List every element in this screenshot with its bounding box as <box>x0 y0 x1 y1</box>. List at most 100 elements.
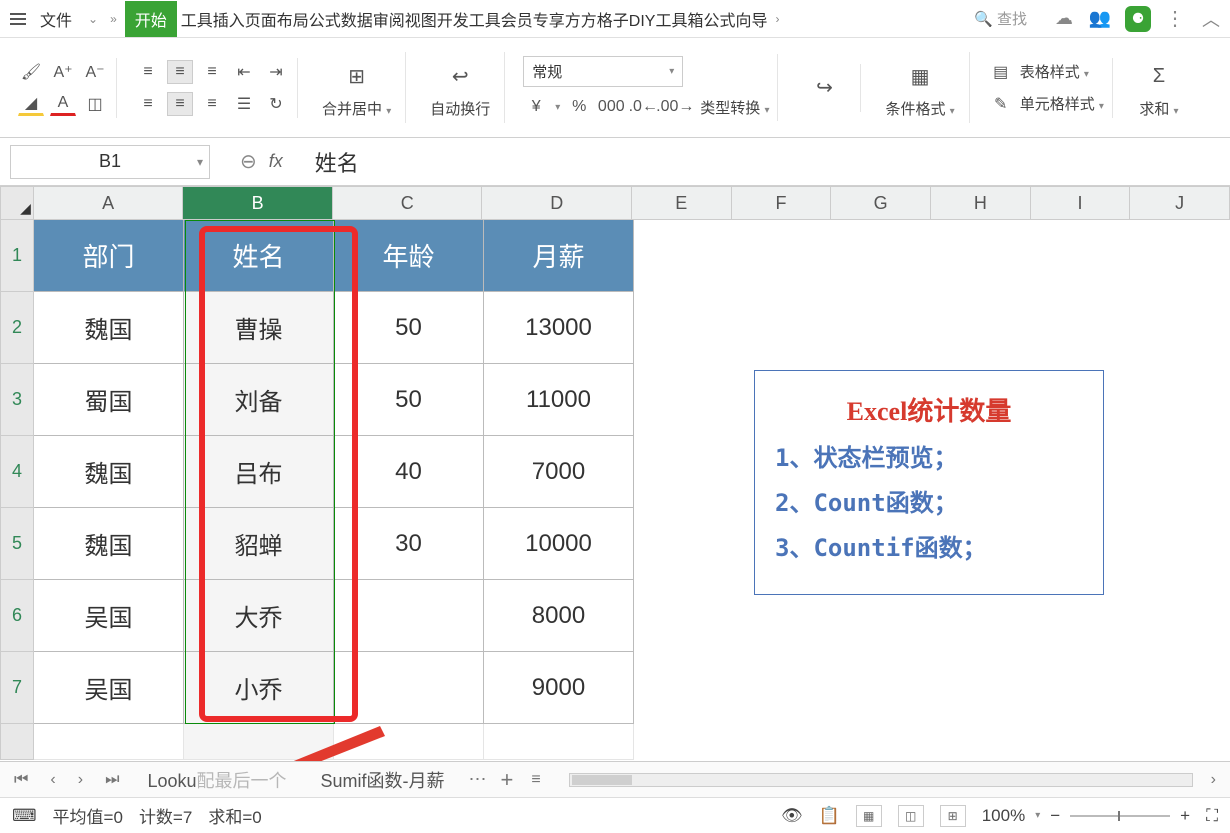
view-break-icon[interactable]: ⊞ <box>940 805 966 827</box>
cell-D3[interactable]: 11000 <box>484 364 634 436</box>
cloud-icon[interactable]: ☁ <box>1053 8 1075 30</box>
cell-B2[interactable]: 曹操 <box>184 292 334 364</box>
row-header-4[interactable]: 4 <box>0 436 34 508</box>
redo-button[interactable]: ↪ <box>796 66 852 110</box>
cell-D6[interactable]: 8000 <box>484 580 634 652</box>
col-header-A[interactable]: A <box>34 186 184 220</box>
indent-decrease-icon[interactable]: ⇤ <box>231 60 257 84</box>
tabs-prev-icon[interactable]: » <box>110 12 117 26</box>
table-style-label[interactable]: 表格样式 <box>1020 64 1080 81</box>
sheet-tab-1[interactable]: Looku配最后一个 <box>137 763 296 797</box>
col-header-J[interactable]: J <box>1130 186 1230 220</box>
fx-icon[interactable]: fx <box>269 151 283 172</box>
zoom-slider[interactable] <box>1070 815 1170 817</box>
cell-style-label[interactable]: 单元格样式 <box>1020 96 1095 113</box>
font-color-icon[interactable]: A <box>50 92 76 116</box>
type-convert-label[interactable]: 类型转换 <box>700 100 760 117</box>
decrease-decimal-icon[interactable]: .00→ <box>662 95 688 119</box>
distribute-icon[interactable]: ☰ <box>231 92 257 116</box>
col-header-H[interactable]: H <box>931 186 1031 220</box>
formula-input[interactable]: 姓名 <box>315 146 359 178</box>
cell-D4[interactable]: 7000 <box>484 436 634 508</box>
col-header-G[interactable]: G <box>831 186 931 220</box>
percent-icon[interactable]: % <box>566 95 592 119</box>
sheet-list-icon[interactable]: ≡ <box>527 771 544 789</box>
cell-C7[interactable] <box>334 652 484 724</box>
view-normal-icon[interactable]: ▦ <box>856 805 882 827</box>
clipboard-icon[interactable]: 📋 <box>819 806 840 826</box>
fullscreen-icon[interactable]: ⛶ <box>1206 806 1218 826</box>
sheet-nav-next-icon[interactable]: › <box>74 771 87 789</box>
cell-B7[interactable]: 小乔 <box>184 652 334 724</box>
cell-B6[interactable]: 大乔 <box>184 580 334 652</box>
horizontal-scrollbar[interactable] <box>569 773 1193 787</box>
cell-C3[interactable]: 50 <box>334 364 484 436</box>
align-bottom-icon[interactable]: ≡ <box>199 60 225 84</box>
col-header-F[interactable]: F <box>732 186 832 220</box>
col-header-B[interactable]: B <box>183 186 333 220</box>
cell-B8[interactable] <box>184 724 334 760</box>
cell-D5[interactable]: 10000 <box>484 508 634 580</box>
currency-icon[interactable]: ¥ <box>523 95 549 119</box>
align-right-icon[interactable]: ≡ <box>199 92 225 116</box>
indent-increase-icon[interactable]: ⇥ <box>263 60 289 84</box>
row-header-3[interactable]: 3 <box>0 364 34 436</box>
align-center-icon[interactable]: ≡ <box>167 92 193 116</box>
cell-A6[interactable]: 吴国 <box>34 580 184 652</box>
font-increase-icon[interactable]: A⁺ <box>50 60 76 84</box>
row-header-5[interactable]: 5 <box>0 508 34 580</box>
cell-B5[interactable]: 貂蝉 <box>184 508 334 580</box>
tab-strip-other[interactable]: 工具插入页面布局公式数据审阅视图开发工具会员专享方方格子DIY工具箱公式向导 <box>181 7 768 31</box>
cell-D1[interactable]: 月薪 <box>484 220 634 292</box>
highlight-color-icon[interactable]: ◢ <box>18 92 44 116</box>
row-header-8[interactable] <box>0 724 34 760</box>
file-dropdown-icon[interactable]: ⌄ <box>88 12 98 26</box>
cell-C4[interactable]: 40 <box>334 436 484 508</box>
col-header-I[interactable]: I <box>1031 186 1131 220</box>
table-style-icon[interactable]: ▤ <box>988 60 1014 84</box>
wrap-text-button[interactable]: ↩ 自动换行 <box>424 54 496 121</box>
row-header-2[interactable]: 2 <box>0 292 34 364</box>
sheet-tab-2[interactable]: Sumif函数-月薪 <box>311 763 455 797</box>
name-box-dropdown-icon[interactable]: ▾ <box>197 155 203 169</box>
border-icon[interactable]: ◫ <box>82 92 108 116</box>
cell-A7[interactable]: 吴国 <box>34 652 184 724</box>
file-menu[interactable]: 文件 <box>32 3 80 35</box>
eye-icon[interactable]: 👁 <box>781 806 803 826</box>
hamburger-icon[interactable] <box>8 9 28 29</box>
sheet-nav-first-icon[interactable]: ⏮ <box>10 771 32 789</box>
row-header-7[interactable]: 7 <box>0 652 34 724</box>
orientation-icon[interactable]: ↻ <box>263 92 289 116</box>
search-input[interactable]: 🔍 查找 <box>962 4 1039 33</box>
zoom-minus-icon[interactable]: − <box>1050 806 1060 826</box>
col-header-D[interactable]: D <box>482 186 632 220</box>
cond-format-button[interactable]: ▦ 条件格式 ▾ <box>879 54 960 121</box>
scrollbar-thumb[interactable] <box>572 775 632 785</box>
cell-C8[interactable] <box>334 724 484 760</box>
sum-button[interactable]: Σ 求和 ▾ <box>1131 54 1187 121</box>
align-middle-icon[interactable]: ≡ <box>167 60 193 84</box>
merge-center-button[interactable]: ⊞ 合并居中 ▾ <box>316 54 397 121</box>
zoom-out-icon[interactable]: ⊖ <box>240 149 257 174</box>
cell-B1[interactable]: 姓名 <box>184 220 334 292</box>
align-left-icon[interactable]: ≡ <box>135 92 161 116</box>
cell-D2[interactable]: 13000 <box>484 292 634 364</box>
format-painter-icon[interactable]: 🖌 <box>18 60 44 84</box>
cell-C2[interactable]: 50 <box>334 292 484 364</box>
zoom-control[interactable]: 100% ▾ − + <box>982 806 1190 826</box>
number-format-select[interactable]: 常规 ▾ <box>523 56 683 87</box>
cell-A3[interactable]: 蜀国 <box>34 364 184 436</box>
sheet-nav-last-icon[interactable]: ⏭ <box>101 771 123 789</box>
record-macro-icon[interactable]: ⌨ <box>12 806 37 826</box>
cell-A8[interactable] <box>34 724 184 760</box>
increase-decimal-icon[interactable]: .0← <box>630 95 656 119</box>
row-header-1[interactable]: 1 <box>0 220 34 292</box>
cell-A1[interactable]: 部门 <box>34 220 184 292</box>
name-box[interactable]: B1 ▾ <box>10 145 210 179</box>
cell-B4[interactable]: 吕布 <box>184 436 334 508</box>
cell-C6[interactable] <box>334 580 484 652</box>
col-header-C[interactable]: C <box>333 186 483 220</box>
cell-D8[interactable] <box>484 724 634 760</box>
view-page-icon[interactable]: ◫ <box>898 805 924 827</box>
cell-A2[interactable]: 魏国 <box>34 292 184 364</box>
